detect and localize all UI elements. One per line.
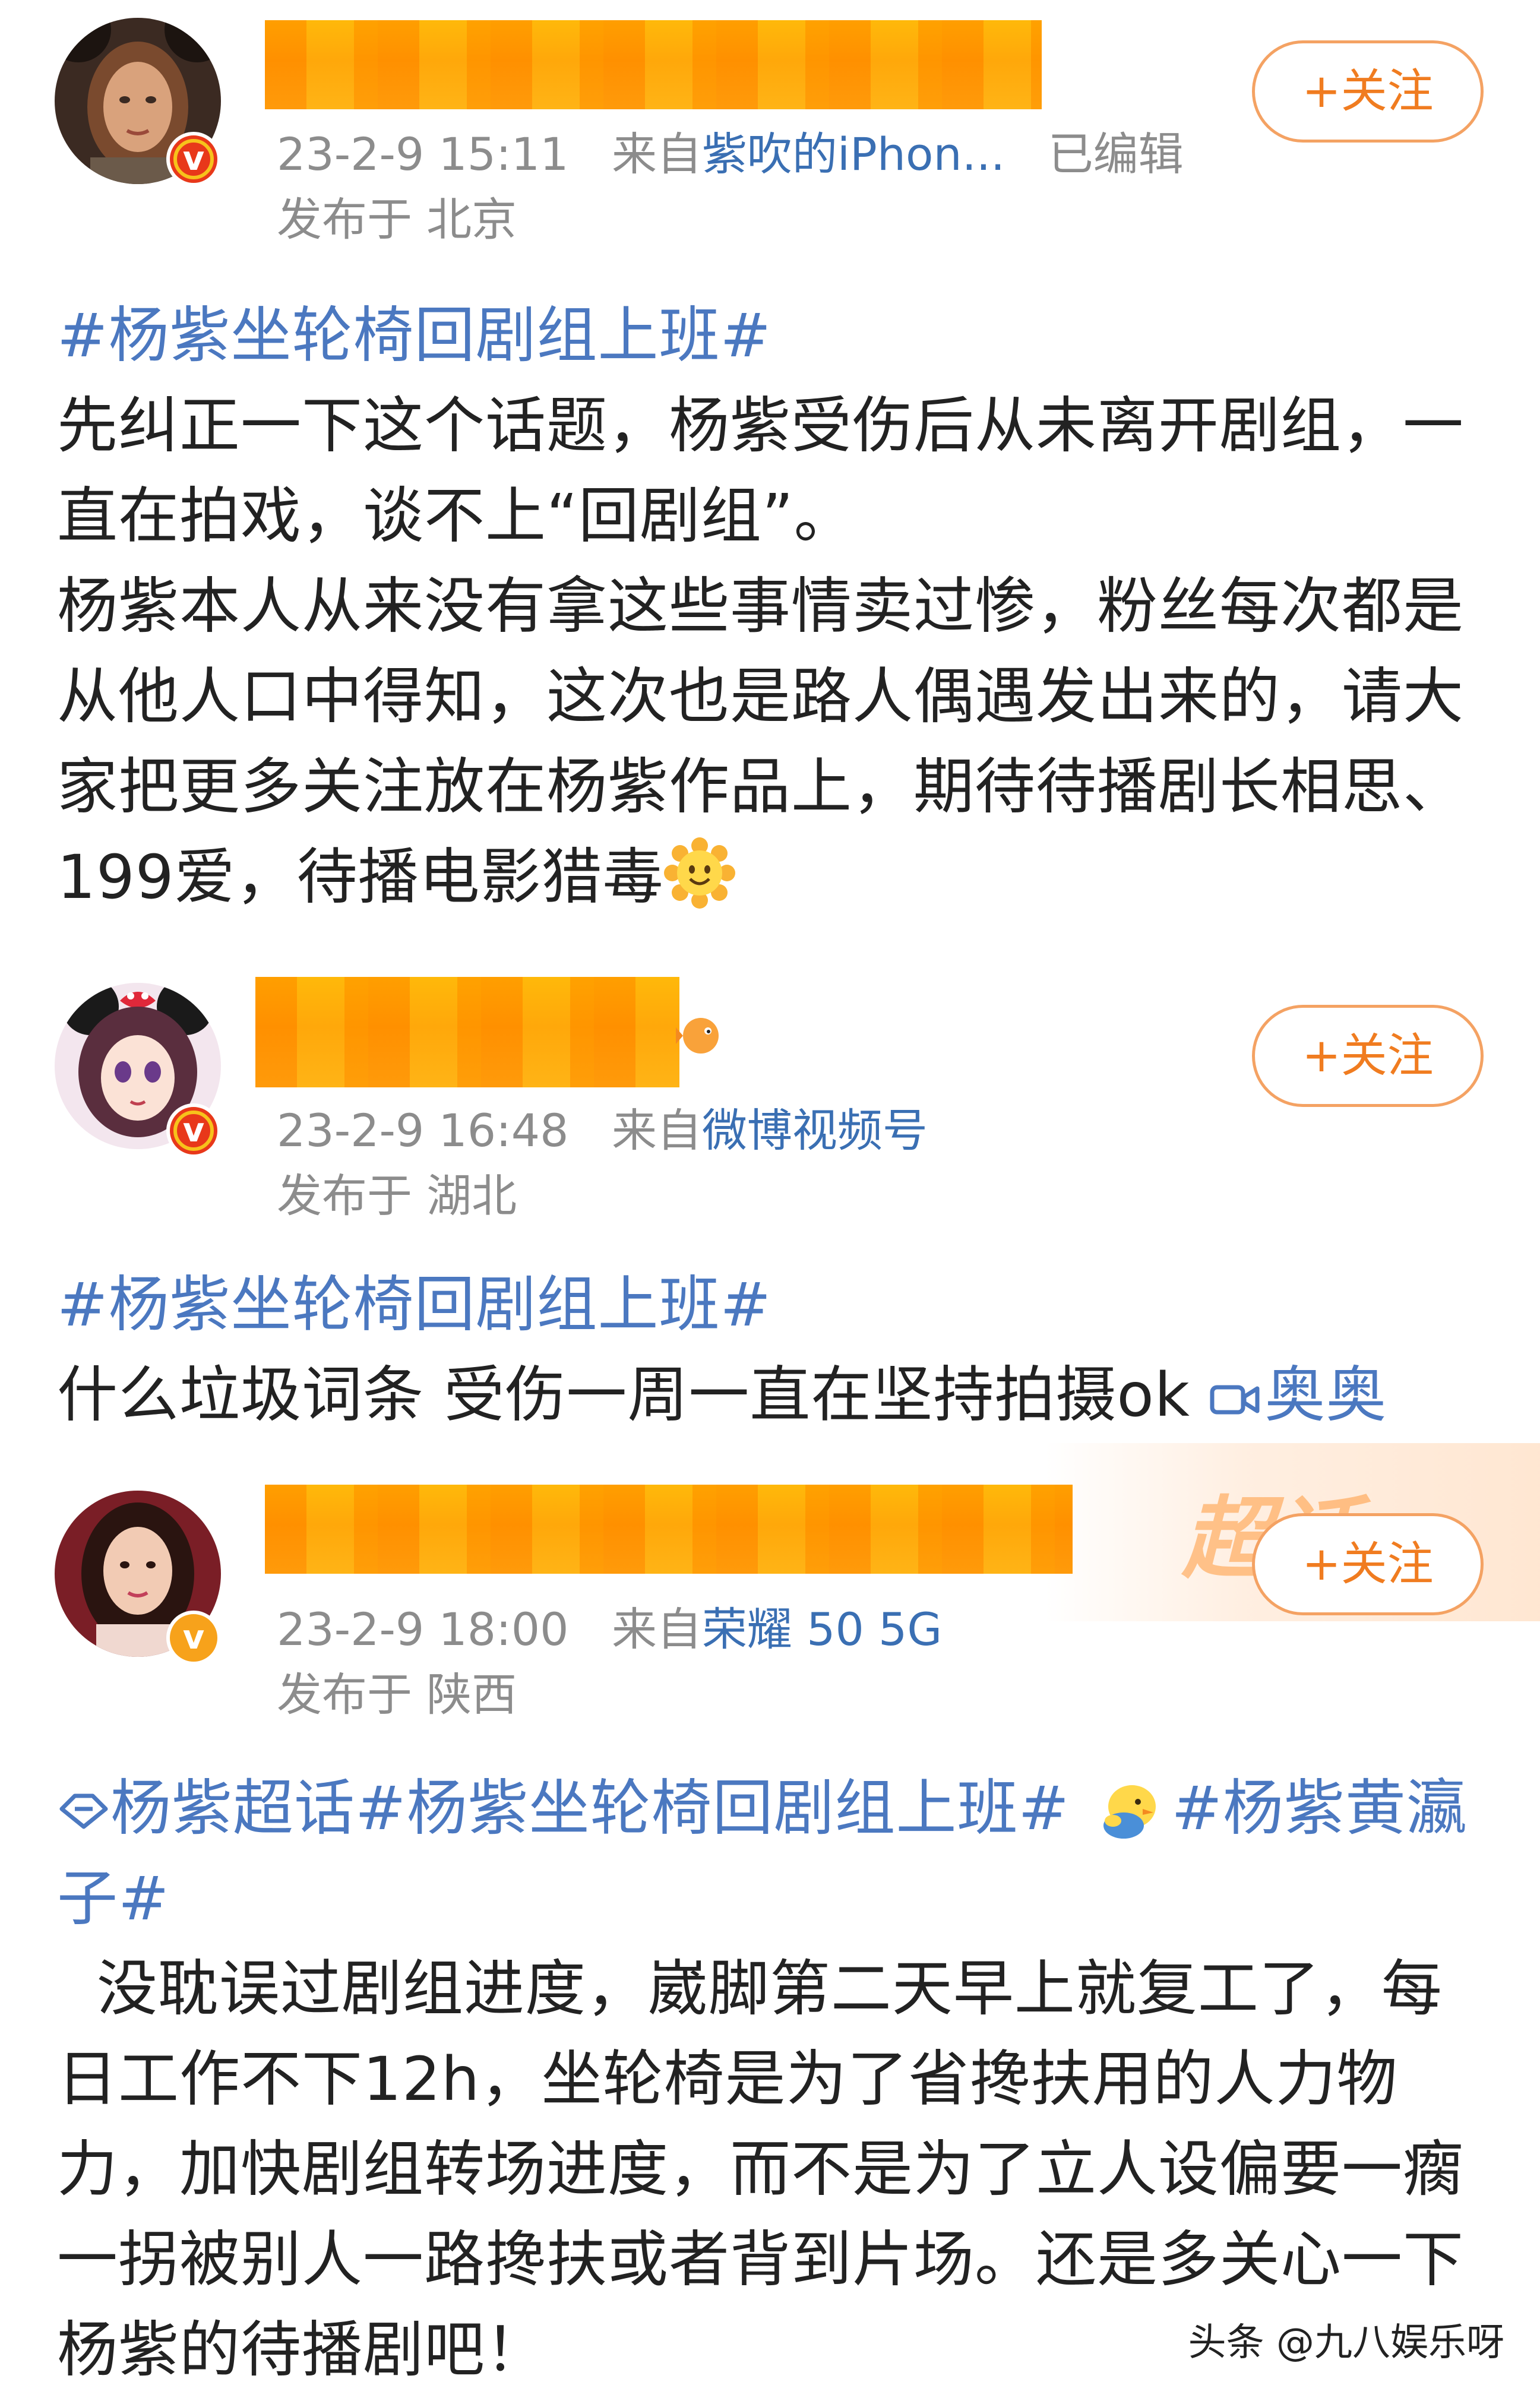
post-location: 发布于 北京 bbox=[277, 193, 517, 246]
username-redacted[interactable] bbox=[255, 977, 679, 1087]
post-body: #杨紫坐轮椅回剧组上班# 什么垃圾词条 受伤一周一直在坚持拍摄ok 奥奥 bbox=[57, 1260, 1494, 1441]
follow-button-label: +关注 bbox=[1302, 65, 1434, 118]
post-paragraph: 杨紫本人从来没有拿这些事情卖过惨，粉丝每次都是从他人口中得知，这次也是路人偶遇发… bbox=[57, 571, 1464, 913]
username-redacted[interactable] bbox=[265, 20, 1042, 109]
super-topic-link[interactable]: 杨紫超话 bbox=[57, 1773, 355, 1844]
follow-button[interactable]: +关注 bbox=[1252, 40, 1484, 143]
from-label: 来自 bbox=[611, 1603, 702, 1656]
topic-link[interactable]: #杨紫坐轮椅回剧组上班# bbox=[57, 1270, 771, 1340]
username-redacted[interactable] bbox=[265, 1485, 1073, 1574]
edited-label: 已编辑 bbox=[1048, 128, 1184, 181]
post-source-link[interactable]: 荣耀 50 5G bbox=[702, 1603, 942, 1656]
verified-badge-icon: v bbox=[166, 132, 221, 186]
super-topic-diamond-icon bbox=[59, 1793, 108, 1829]
video-camera-icon bbox=[1210, 1385, 1260, 1415]
follow-button[interactable]: +关注 bbox=[1252, 1005, 1484, 1107]
hugging-bird-emoji-icon bbox=[1103, 1785, 1156, 1839]
post-source-link[interactable]: 微博视频号 bbox=[702, 1104, 928, 1157]
watermark: 头条 @九八娱乐呀 bbox=[1188, 2321, 1504, 2365]
post-time: 23-2-9 15:11 bbox=[277, 128, 569, 181]
follow-button-label: +关注 bbox=[1302, 1538, 1434, 1591]
post-paragraph: 先纠正一下这个话题，杨紫受伤后从未离开剧组，一直在拍戏，谈不上“回剧组”。 bbox=[57, 391, 1464, 552]
post-meta: 23-2-9 15:11 来自紫吹的iPhon... 已编辑 bbox=[277, 118, 1184, 183]
puffer-fish-icon bbox=[676, 1018, 719, 1054]
video-link-label: 奥奥 bbox=[1264, 1360, 1387, 1431]
post-time: 23-2-9 16:48 bbox=[277, 1104, 569, 1157]
video-link[interactable]: 奥奥 bbox=[1210, 1360, 1387, 1431]
follow-button-label: +关注 bbox=[1302, 1029, 1434, 1083]
post-time: 23-2-9 18:00 bbox=[277, 1603, 569, 1656]
post-location: 发布于 陕西 bbox=[277, 1668, 517, 1721]
from-label: 来自 bbox=[611, 128, 702, 181]
post-location: 发布于 湖北 bbox=[277, 1169, 517, 1222]
post-source-link[interactable]: 紫吹的iPhon... bbox=[702, 128, 1005, 181]
topic-link[interactable]: #杨紫坐轮椅回剧组上班# bbox=[355, 1773, 1070, 1844]
post-body: 杨紫超话#杨紫坐轮椅回剧组上班# #杨紫黄瀛子# 没耽误过剧组进度，崴脚第二天早… bbox=[57, 1764, 1494, 2396]
sun-smile-emoji-icon bbox=[663, 837, 735, 909]
post-body: #杨紫坐轮椅回剧组上班# 先纠正一下这个话题，杨紫受伤后从未离开剧组，一直在拍戏… bbox=[57, 291, 1494, 923]
follow-button[interactable]: +关注 bbox=[1252, 1513, 1484, 1615]
from-label: 来自 bbox=[611, 1104, 702, 1157]
post-meta: 23-2-9 18:00 来自荣耀 50 5G bbox=[277, 1593, 942, 1658]
topic-link[interactable]: #杨紫坐轮椅回剧组上班# bbox=[57, 300, 771, 371]
post-text: 什么垃圾词条 受伤一周一直在坚持拍摄ok bbox=[57, 1360, 1210, 1431]
verified-badge-icon: v bbox=[166, 1611, 221, 1665]
verified-badge-icon: v bbox=[166, 1103, 221, 1158]
post-meta: 23-2-9 16:48 来自微博视频号 bbox=[277, 1094, 928, 1159]
super-topic-label: 杨紫超话 bbox=[110, 1773, 355, 1844]
